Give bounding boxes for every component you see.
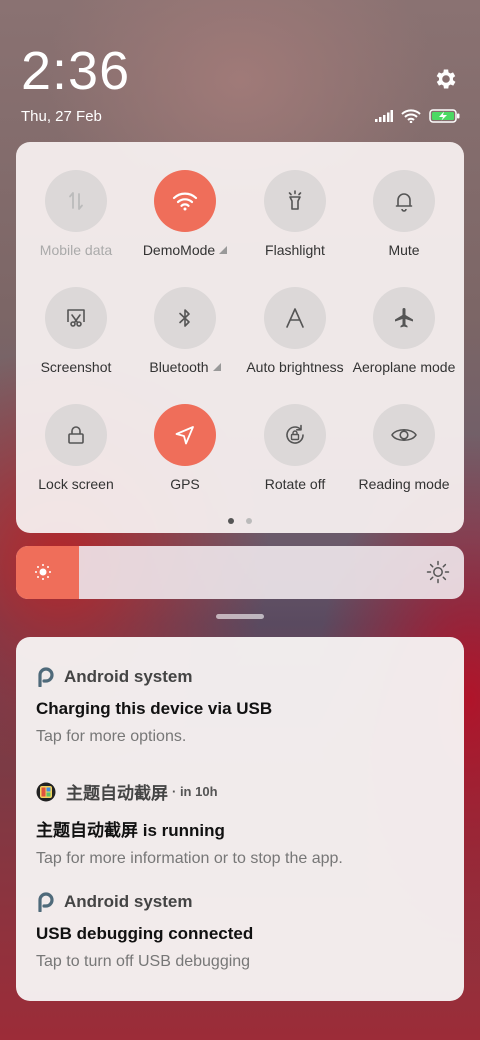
mobile-data-icon (69, 192, 83, 210)
notification-item[interactable]: 主题自动截屏 · in 10h 主题自动截屏 is running Tap fo… (36, 779, 444, 868)
tile-label: DemoMode (130, 242, 240, 258)
tile-screenshot-button[interactable] (45, 287, 107, 349)
brightness-low-icon (35, 564, 51, 580)
tile-demomode[interactable]: DemoMode (130, 170, 240, 258)
bell-icon (395, 193, 413, 212)
tile-aeroplane-mode-button[interactable] (373, 287, 435, 349)
tile-flashlight[interactable]: Flashlight (240, 170, 350, 258)
screenshot-icon (67, 309, 85, 327)
status-icons (375, 109, 460, 123)
tile-label: Mute (388, 242, 420, 258)
tile-label: GPS (170, 476, 200, 492)
rotate-lock-icon (286, 424, 304, 444)
battery-charging-icon (429, 109, 460, 123)
tile-label: Auto brightness (246, 359, 344, 375)
tile-rotate-off-button[interactable] (264, 404, 326, 466)
expand-triangle-icon (212, 363, 221, 371)
notification-app-name: Android system (64, 667, 193, 686)
lock-icon (68, 426, 84, 444)
notification-title: 主题自动截屏 is running (36, 821, 225, 840)
tile-lock-screen[interactable]: Lock screen (21, 404, 131, 492)
quick-settings-panel: Mobile data DemoMode Flashlight Mute Scr… (16, 142, 464, 533)
android-system-icon (38, 667, 54, 687)
notification-text: Tap for more information or to stop the … (36, 850, 343, 867)
notification-header: 主题自动截屏 · in 10h (36, 779, 444, 804)
location-arrow-icon (175, 426, 194, 445)
airplane-icon (395, 308, 413, 328)
tile-label: Rotate off (264, 476, 326, 492)
tile-label: Screenshot (40, 359, 112, 375)
tile-screenshot[interactable]: Screenshot (21, 287, 131, 375)
tile-rotate-off[interactable]: Rotate off (240, 404, 350, 492)
tile-label: Mobile data (39, 242, 113, 258)
tile-label: Bluetooth (130, 359, 240, 375)
page-dot (246, 518, 252, 524)
tile-lock-screen-button[interactable] (45, 404, 107, 466)
tile-label: Reading mode (358, 476, 450, 492)
flashlight-icon (288, 190, 302, 210)
date[interactable]: Thu, 27 Feb (21, 108, 102, 125)
tile-bluetooth[interactable]: Bluetooth (130, 287, 240, 375)
tile-flashlight-button[interactable] (264, 170, 326, 232)
notification-time: · in 10h (172, 784, 218, 799)
app-thumbnail-icon (36, 782, 56, 801)
tile-mobile-data-button[interactable] (45, 170, 107, 232)
notification-list: Android system Charging this device via … (16, 637, 464, 1001)
drag-handle[interactable] (216, 614, 264, 619)
brightness-high-icon (426, 560, 450, 584)
tile-reading-mode[interactable]: Reading mode (349, 404, 459, 492)
clock[interactable]: 2:36 (21, 40, 130, 102)
wifi-icon (172, 192, 198, 211)
auto-brightness-icon (286, 308, 304, 328)
notification-app-name: Android system (64, 892, 193, 911)
tile-auto-brightness[interactable]: Auto brightness (240, 287, 350, 375)
eye-icon (391, 428, 417, 442)
notification-item[interactable]: Android system USB debugging connected T… (36, 892, 444, 971)
notification-text: Tap for more options. (36, 728, 187, 745)
page-indicator (16, 518, 464, 524)
notification-header: Android system (36, 667, 444, 687)
notification-header: Android system (36, 892, 444, 912)
bluetooth-icon (179, 309, 190, 327)
tile-bluetooth-button[interactable] (154, 287, 216, 349)
tile-mute-button[interactable] (373, 170, 435, 232)
signal-icon (375, 110, 393, 122)
page-dot-active (228, 518, 234, 524)
notification-app-name: 主题自动截屏 (66, 784, 168, 803)
notification-title: Charging this device via USB (36, 699, 273, 718)
tile-gps-button[interactable] (154, 404, 216, 466)
gear-icon[interactable] (433, 66, 459, 92)
wifi-icon (401, 109, 421, 123)
tile-aeroplane-mode[interactable]: Aeroplane mode (349, 287, 459, 375)
android-system-icon (38, 892, 54, 912)
tile-mobile-data[interactable]: Mobile data (21, 170, 131, 258)
tile-demomode-button[interactable] (154, 170, 216, 232)
tile-auto-brightness-button[interactable] (264, 287, 326, 349)
tile-mute[interactable]: Mute (349, 170, 459, 258)
tile-label: Flashlight (265, 242, 325, 258)
notification-text: Tap to turn off USB debugging (36, 953, 251, 970)
expand-triangle-icon (219, 246, 228, 254)
notification-item[interactable]: Android system Charging this device via … (36, 667, 444, 746)
notification-title: USB debugging connected (36, 924, 254, 943)
tile-label: Lock screen (38, 476, 114, 492)
brightness-slider[interactable] (16, 546, 464, 599)
tile-label: Aeroplane mode (352, 359, 456, 375)
tile-gps[interactable]: GPS (130, 404, 240, 492)
tile-reading-mode-button[interactable] (373, 404, 435, 466)
